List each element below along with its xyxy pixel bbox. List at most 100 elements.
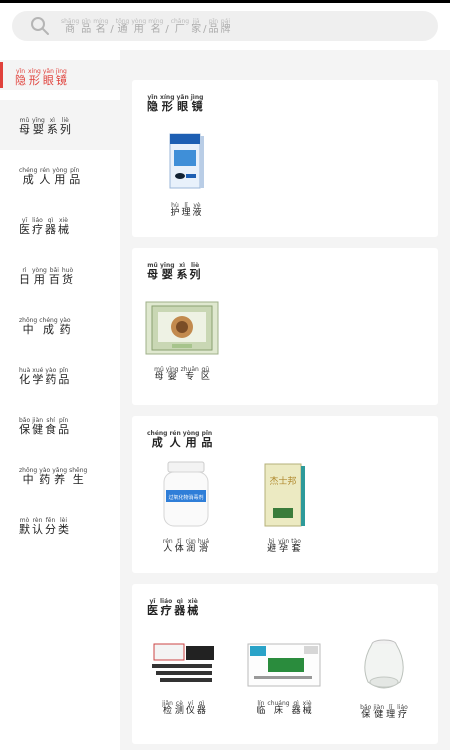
bottle-label-text: 过氧化物消毒剂 (168, 494, 203, 501)
ruby-char: tōng 通 (115, 17, 130, 35)
ruby-char: lǐ 理 (386, 704, 396, 720)
ruby-char: huò 货 (61, 267, 74, 286)
ruby-char: liáo 疗 (160, 598, 173, 617)
ruby-char: liè 列 (59, 117, 71, 136)
sidebar-item-herbal-wellness[interactable]: zhōng 中 yào 药 yǎng 养 shēng 生 (18, 467, 88, 485)
sidebar-item-chemical-drugs[interactable]: huà 化 xué 学 yào 药 pǐn 品 (18, 367, 70, 385)
product-name: jiǎn 检 cè 测 yí 仪 qì 器 (144, 700, 224, 716)
ruby-char: shāng 商 (61, 17, 80, 35)
ruby-char: xiè 械 (187, 598, 199, 617)
ruby-char: jiàn 健 (373, 704, 385, 720)
ruby-char: yǎng 养 (52, 467, 68, 486)
condom-box-image: 杰士邦 (264, 463, 305, 527)
ruby-char: bǎo 保 (19, 417, 31, 436)
ruby-char: rùn 润 (185, 538, 196, 554)
clinical-box-image (247, 643, 321, 687)
ruby-char: qì 器 (174, 598, 186, 617)
ruby-char: hù 护 (170, 202, 180, 218)
ruby-char: míng 名 (93, 17, 109, 35)
ruby-char: xiè 械 (302, 700, 312, 716)
sidebar-item-default-category[interactable]: mò 默 rèn 认 fēn 分 lèi 类 (18, 517, 70, 535)
sidebar-item-chinese-patent-medicine[interactable]: zhōng 中 chéng 成 yào 药 (18, 317, 72, 335)
product-card[interactable]: jiǎn 检 cè 测 yí 仪 qì 器 (144, 640, 224, 716)
ruby-char: jiā 家 (191, 17, 202, 35)
top-bar: shāng 商 pǐn 品 míng 名 / tōng 通 yòng 用 míng 名 / chǎng 厂… (0, 0, 450, 50)
sidebar-item-medical-devices[interactable]: yī 医 liáo 疗 qì 器 xiè 械 (18, 217, 70, 235)
section-adult-products: chéng 成 rén 人 yòng 用 pǐn 品 过氧化物消毒剂 rén 人 tǐ 体 rùn 润 h… (132, 416, 438, 573)
product-name: bì 避 yùn 孕 tào 套 (244, 538, 324, 554)
ruby-char: yīng 婴 (165, 366, 179, 382)
ruby-char: míng 名 (148, 17, 164, 35)
ruby-char: jiǎn 检 (162, 700, 173, 716)
sidebar-item-contact-lenses[interactable]: yǐn 隐 xíng 形 yǎn 眼 jìng 镜 (0, 60, 120, 90)
ruby-char: tǐ 体 (174, 538, 184, 554)
ruby-char: zhōng 中 (19, 317, 38, 336)
ruby-char: zhōng 中 (19, 467, 38, 486)
product-card[interactable]: 过氧化物消毒剂 rén 人 tǐ 体 rùn 润 huá 滑 (146, 460, 226, 554)
ruby-char: xì 系 (176, 262, 188, 281)
product-name: mǔ 母 yīng 婴 zhuān 专 qū 区 (142, 366, 222, 382)
product-card[interactable]: bǎo 保 jiàn 健 lǐ 理 liáo 疗 (344, 636, 424, 720)
search-icon (31, 17, 49, 35)
ruby-char: mǔ 母 (147, 262, 158, 281)
product-card[interactable]: mǔ 母 yīng 婴 zhuān 专 qū 区 (142, 300, 222, 382)
sidebar-item-daily-goods[interactable]: rì 日 yòng 用 bǎi 百 huò 货 (18, 267, 74, 285)
ruby-char: yào 药 (45, 367, 57, 386)
ruby-char: yòng 用 (32, 267, 47, 286)
ruby-char: rén 人 (162, 538, 173, 554)
ruby-char: xíng 形 (160, 94, 175, 113)
box-brand-text: 杰士邦 (269, 475, 296, 487)
section-title: yī 医 liáo 疗 qì 器 xiè 械 (146, 598, 199, 616)
search-input[interactable]: shāng 商 pǐn 品 míng 名 / tōng 通 yòng 用 míng 名 / chǎng 厂… (12, 11, 438, 41)
ruby-char: mǔ 母 (19, 117, 30, 136)
test-strips-image (152, 643, 214, 682)
ruby-char: xué 学 (32, 367, 44, 386)
ruby-char: tào 套 (291, 538, 301, 554)
ruby-char: chéng 成 (147, 430, 168, 449)
ruby-char: chǎng 厂 (170, 17, 190, 35)
cupping-glass-image (364, 639, 404, 689)
ruby-char: yòng 用 (52, 167, 68, 186)
ruby-char: pái 牌 (220, 17, 231, 35)
ruby-char: yí 仪 (185, 700, 195, 716)
section-maternity-baby: mǔ 母 yīng 婴 xì 系 liè 列 mǔ 母 yīng 婴 zhuān 专 qū 区 (132, 248, 438, 405)
ruby-char: liáo 疗 (397, 704, 408, 720)
contact-lens-solution-image (169, 133, 204, 189)
ruby-char: / (203, 23, 207, 35)
ruby-char: / (165, 23, 169, 35)
ruby-char: xiè 械 (58, 217, 69, 236)
ruby-char: qì 器 (45, 217, 56, 236)
ruby-char: jìng 镜 (190, 94, 204, 113)
ruby-char: cè 测 (174, 700, 184, 716)
section-title: yǐn 隐 xíng 形 yǎn 眼 jìng 镜 (146, 94, 204, 112)
ruby-char: yǐn 隐 (15, 68, 26, 87)
product-card[interactable]: lín 临 chuáng 床 qì 器 xiè 械 (244, 640, 324, 716)
ruby-char: xì 系 (46, 117, 58, 136)
ruby-char: yǐn 隐 (147, 94, 158, 113)
ruby-char: bì 避 (267, 538, 277, 554)
ruby-char: chéng 成 (39, 317, 58, 336)
product-card[interactable]: 杰士邦 bì 避 yùn 孕 tào 套 (244, 460, 324, 554)
product-card[interactable]: hù 护 lǐ 理 yè 液 (146, 132, 226, 218)
product-name: rén 人 tǐ 体 rùn 润 huá 滑 (146, 538, 226, 554)
ruby-char: huà 化 (19, 367, 31, 386)
ruby-char: yòng 用 (131, 17, 147, 35)
ruby-char: yī 医 (147, 598, 158, 617)
ruby-char: pǐn 品 (58, 417, 70, 436)
product-name: lín 临 chuáng 床 qì 器 xiè 械 (244, 700, 324, 716)
ruby-char: yǎn 眼 (42, 68, 54, 87)
bottom-strip (120, 744, 450, 750)
ruby-char: chuáng 床 (267, 700, 290, 716)
ruby-char: pǐn 品 (69, 167, 81, 186)
ruby-char: qì 器 (196, 700, 206, 716)
ruby-char: yè 液 (192, 202, 202, 218)
ruby-char: chéng 成 (19, 167, 38, 186)
sidebar-item-health-food[interactable]: bǎo 保 jiàn 健 shí 食 pǐn 品 (18, 417, 70, 435)
product-name: bǎo 保 jiàn 健 lǐ 理 liáo 疗 (344, 704, 424, 720)
ruby-char: jìng 镜 (55, 68, 67, 87)
sidebar-item-maternity-baby[interactable]: mǔ 母 yīng 婴 xì 系 liè 列 (18, 117, 72, 135)
ruby-char: yùn 孕 (278, 538, 290, 554)
sidebar-item-label: yǐn 隐 xíng 形 yǎn 眼 jìng 镜 (14, 68, 68, 86)
sidebar-item-adult-products[interactable]: chéng 成 rén 人 yòng 用 pǐn 品 (18, 167, 81, 185)
ruby-char: pǐn 品 (58, 367, 70, 386)
